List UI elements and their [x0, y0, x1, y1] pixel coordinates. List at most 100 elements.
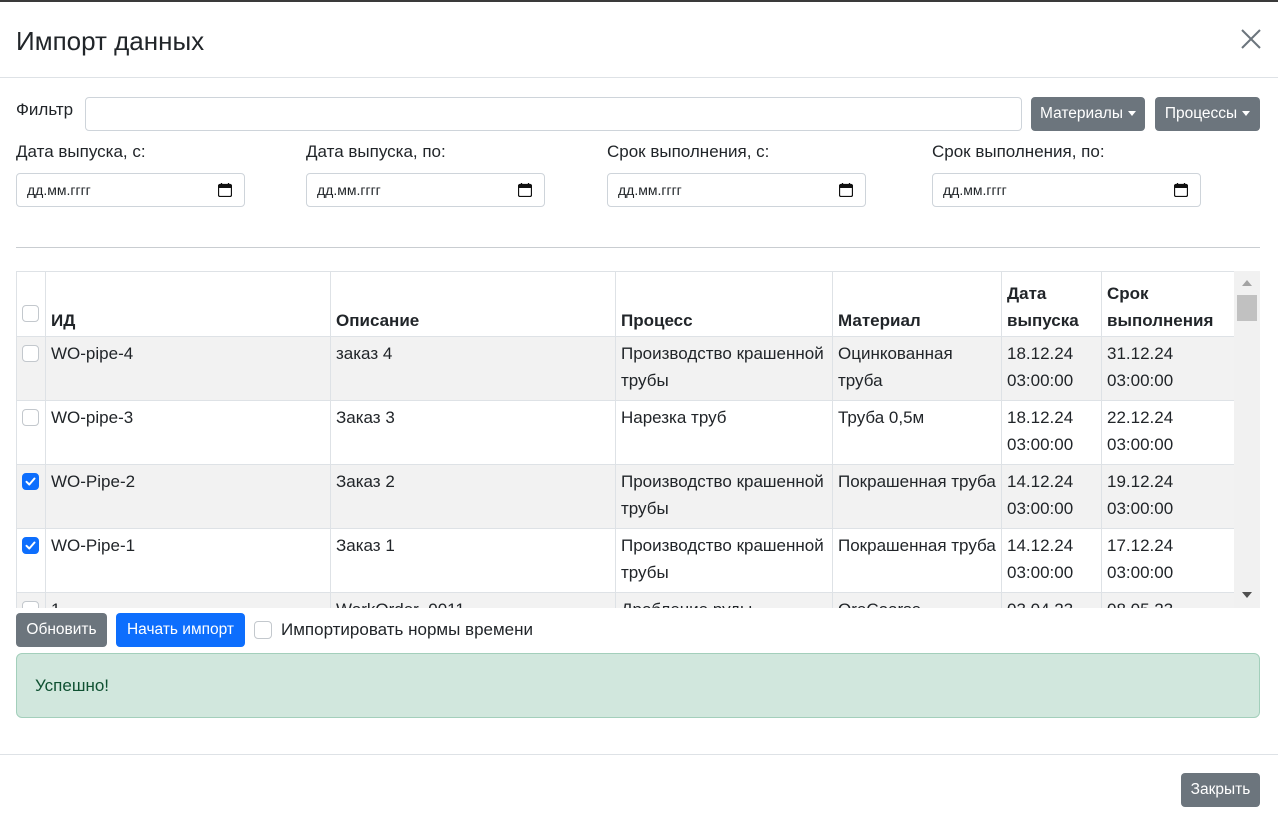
modal-title: Импорт данных: [16, 26, 205, 56]
success-alert-text: Успешно!: [35, 676, 110, 695]
cell-due-date: 17.12.24 03:00:00: [1101, 528, 1235, 593]
cell-description: Заказ 3: [330, 400, 616, 465]
cell-due-date: 22.12.24 03:00:00: [1101, 400, 1235, 465]
cell-process: Производство крашенной трубы: [615, 528, 833, 593]
release-from-label: Дата выпуска, с:: [16, 142, 146, 161]
cell-release-date: 14.12.24 03:00:00: [1001, 464, 1102, 529]
row-checkbox[interactable]: [22, 601, 39, 608]
due-from-placeholder: дд.мм.гггг: [618, 182, 682, 198]
table-scrollbar[interactable]: [1234, 271, 1260, 608]
due-to-input[interactable]: дд.мм.гггг: [932, 173, 1201, 207]
cell-release-date: 18.12.24 03:00:00: [1001, 336, 1102, 401]
release-to-placeholder: дд.мм.гггг: [317, 182, 381, 198]
section-divider: [16, 247, 1260, 248]
row-select-cell: [16, 336, 46, 401]
close-button[interactable]: Закрыть: [1181, 773, 1260, 807]
table-header-row: ИД Описание Процесс Материал Дата выпуск…: [16, 271, 1235, 337]
cell-description: Заказ 1: [330, 528, 616, 593]
import-norms-checkbox[interactable]: [254, 621, 272, 639]
materials-button-label: Материалы: [1040, 105, 1123, 122]
table-row[interactable]: WO-pipe-3 Заказ 3 Нарезка труб Труба 0,5…: [16, 400, 1235, 465]
column-header-due-date[interactable]: Срок выполнения: [1101, 271, 1235, 337]
table-row[interactable]: 1 WorkOrder_0011 Дробление руды OreCoars…: [16, 592, 1235, 608]
due-from-input[interactable]: дд.мм.гггг: [607, 173, 866, 207]
cell-material: Труба 0,5м: [832, 400, 1002, 465]
cell-process: Нарезка труб: [615, 400, 833, 465]
processes-button-label: Процессы: [1164, 105, 1238, 122]
scrollbar-thumb[interactable]: [1237, 295, 1257, 321]
release-from-placeholder: дд.мм.гггг: [27, 182, 91, 198]
cell-description: заказ 4: [330, 336, 616, 401]
work-orders-table-container[interactable]: ИД Описание Процесс Материал Дата выпуск…: [16, 271, 1260, 608]
calendar-icon[interactable]: [518, 183, 532, 197]
row-select-cell: [16, 528, 46, 593]
filter-label: Фильтр: [16, 100, 74, 119]
table-row[interactable]: WO-pipe-4 заказ 4 Производство крашенной…: [16, 336, 1235, 401]
start-import-button[interactable]: Начать импорт: [116, 613, 245, 647]
cell-material: Оцинкованная труба: [832, 336, 1002, 401]
calendar-icon[interactable]: [218, 183, 232, 197]
caret-down-icon: [1242, 110, 1251, 116]
column-header-material[interactable]: Материал: [832, 271, 1002, 337]
refresh-button-label: Обновить: [26, 621, 97, 638]
cell-due-date: 08.05.23: [1101, 592, 1235, 608]
caret-down-icon: [1128, 110, 1136, 116]
cell-id: WO-Pipe-1: [45, 528, 331, 593]
cell-release-date: 18.12.24 03:00:00: [1001, 400, 1102, 465]
cell-release-date: 14.12.24 03:00:00: [1001, 528, 1102, 593]
close-button-label: Закрыть: [1190, 781, 1251, 798]
column-header-description[interactable]: Описание: [330, 271, 616, 337]
calendar-icon[interactable]: [1174, 183, 1188, 197]
table-row[interactable]: WO-Pipe-2 Заказ 2 Производство крашенной…: [16, 464, 1235, 529]
table-row[interactable]: WO-Pipe-1 Заказ 1 Производство крашенной…: [16, 528, 1235, 593]
modal-header: Импорт данных: [0, 0, 1278, 78]
release-to-input[interactable]: дд.мм.гггг: [306, 173, 545, 207]
calendar-icon[interactable]: [839, 183, 853, 197]
row-select-cell: [16, 464, 46, 529]
cell-process: Дробление руды: [615, 592, 833, 608]
column-header-process[interactable]: Процесс: [615, 271, 833, 337]
check-icon: [25, 541, 36, 550]
cell-id: WO-pipe-3: [45, 400, 331, 465]
cell-material: OreCoarse: [832, 592, 1002, 608]
success-alert: Успешно!: [16, 653, 1260, 718]
select-all-checkbox[interactable]: [22, 305, 39, 322]
cell-id: WO-pipe-4: [45, 336, 331, 401]
scroll-down-arrow-icon[interactable]: [1242, 592, 1252, 598]
cell-due-date: 31.12.24 03:00:00: [1101, 336, 1235, 401]
start-import-button-label: Начать импорт: [126, 621, 235, 638]
cell-process: Производство крашенной трубы: [615, 336, 833, 401]
cell-id: WO-Pipe-2: [45, 464, 331, 529]
release-from-input[interactable]: дд.мм.гггг: [16, 173, 245, 207]
scroll-up-arrow-icon[interactable]: [1242, 280, 1252, 286]
cell-description: WorkOrder_0011: [330, 592, 616, 608]
release-to-label: Дата выпуска, по:: [306, 142, 446, 161]
cell-release-date: 03.04.23: [1001, 592, 1102, 608]
work-orders-table: ИД Описание Процесс Материал Дата выпуск…: [16, 271, 1235, 608]
filter-input[interactable]: [85, 97, 1022, 131]
column-header-release-date[interactable]: Дата выпуска: [1001, 271, 1102, 337]
refresh-button[interactable]: Обновить: [16, 613, 107, 647]
row-select-cell: [16, 400, 46, 465]
materials-dropdown-button[interactable]: Материалы: [1031, 97, 1145, 131]
select-all-cell: [16, 271, 46, 337]
column-header-id[interactable]: ИД: [45, 271, 331, 337]
footer-divider: [0, 754, 1278, 755]
cell-description: Заказ 2: [330, 464, 616, 529]
cell-material: Покрашенная труба: [832, 528, 1002, 593]
check-icon: [25, 477, 36, 486]
processes-dropdown-button[interactable]: Процессы: [1155, 97, 1260, 131]
due-to-label: Срок выполнения, по:: [932, 142, 1105, 161]
row-checkbox[interactable]: [22, 345, 39, 362]
row-checkbox-checked[interactable]: [22, 537, 39, 554]
cell-material: Покрашенная труба: [832, 464, 1002, 529]
import-norms-label[interactable]: Импортировать нормы времени: [281, 620, 533, 640]
row-checkbox-checked[interactable]: [22, 473, 39, 490]
due-from-label: Срок выполнения, с:: [607, 142, 770, 161]
close-icon[interactable]: [1236, 24, 1266, 54]
row-select-cell: [16, 592, 46, 608]
cell-due-date: 19.12.24 03:00:00: [1101, 464, 1235, 529]
cell-process: Производство крашенной трубы: [615, 464, 833, 529]
due-to-placeholder: дд.мм.гггг: [943, 182, 1007, 198]
row-checkbox[interactable]: [22, 409, 39, 426]
